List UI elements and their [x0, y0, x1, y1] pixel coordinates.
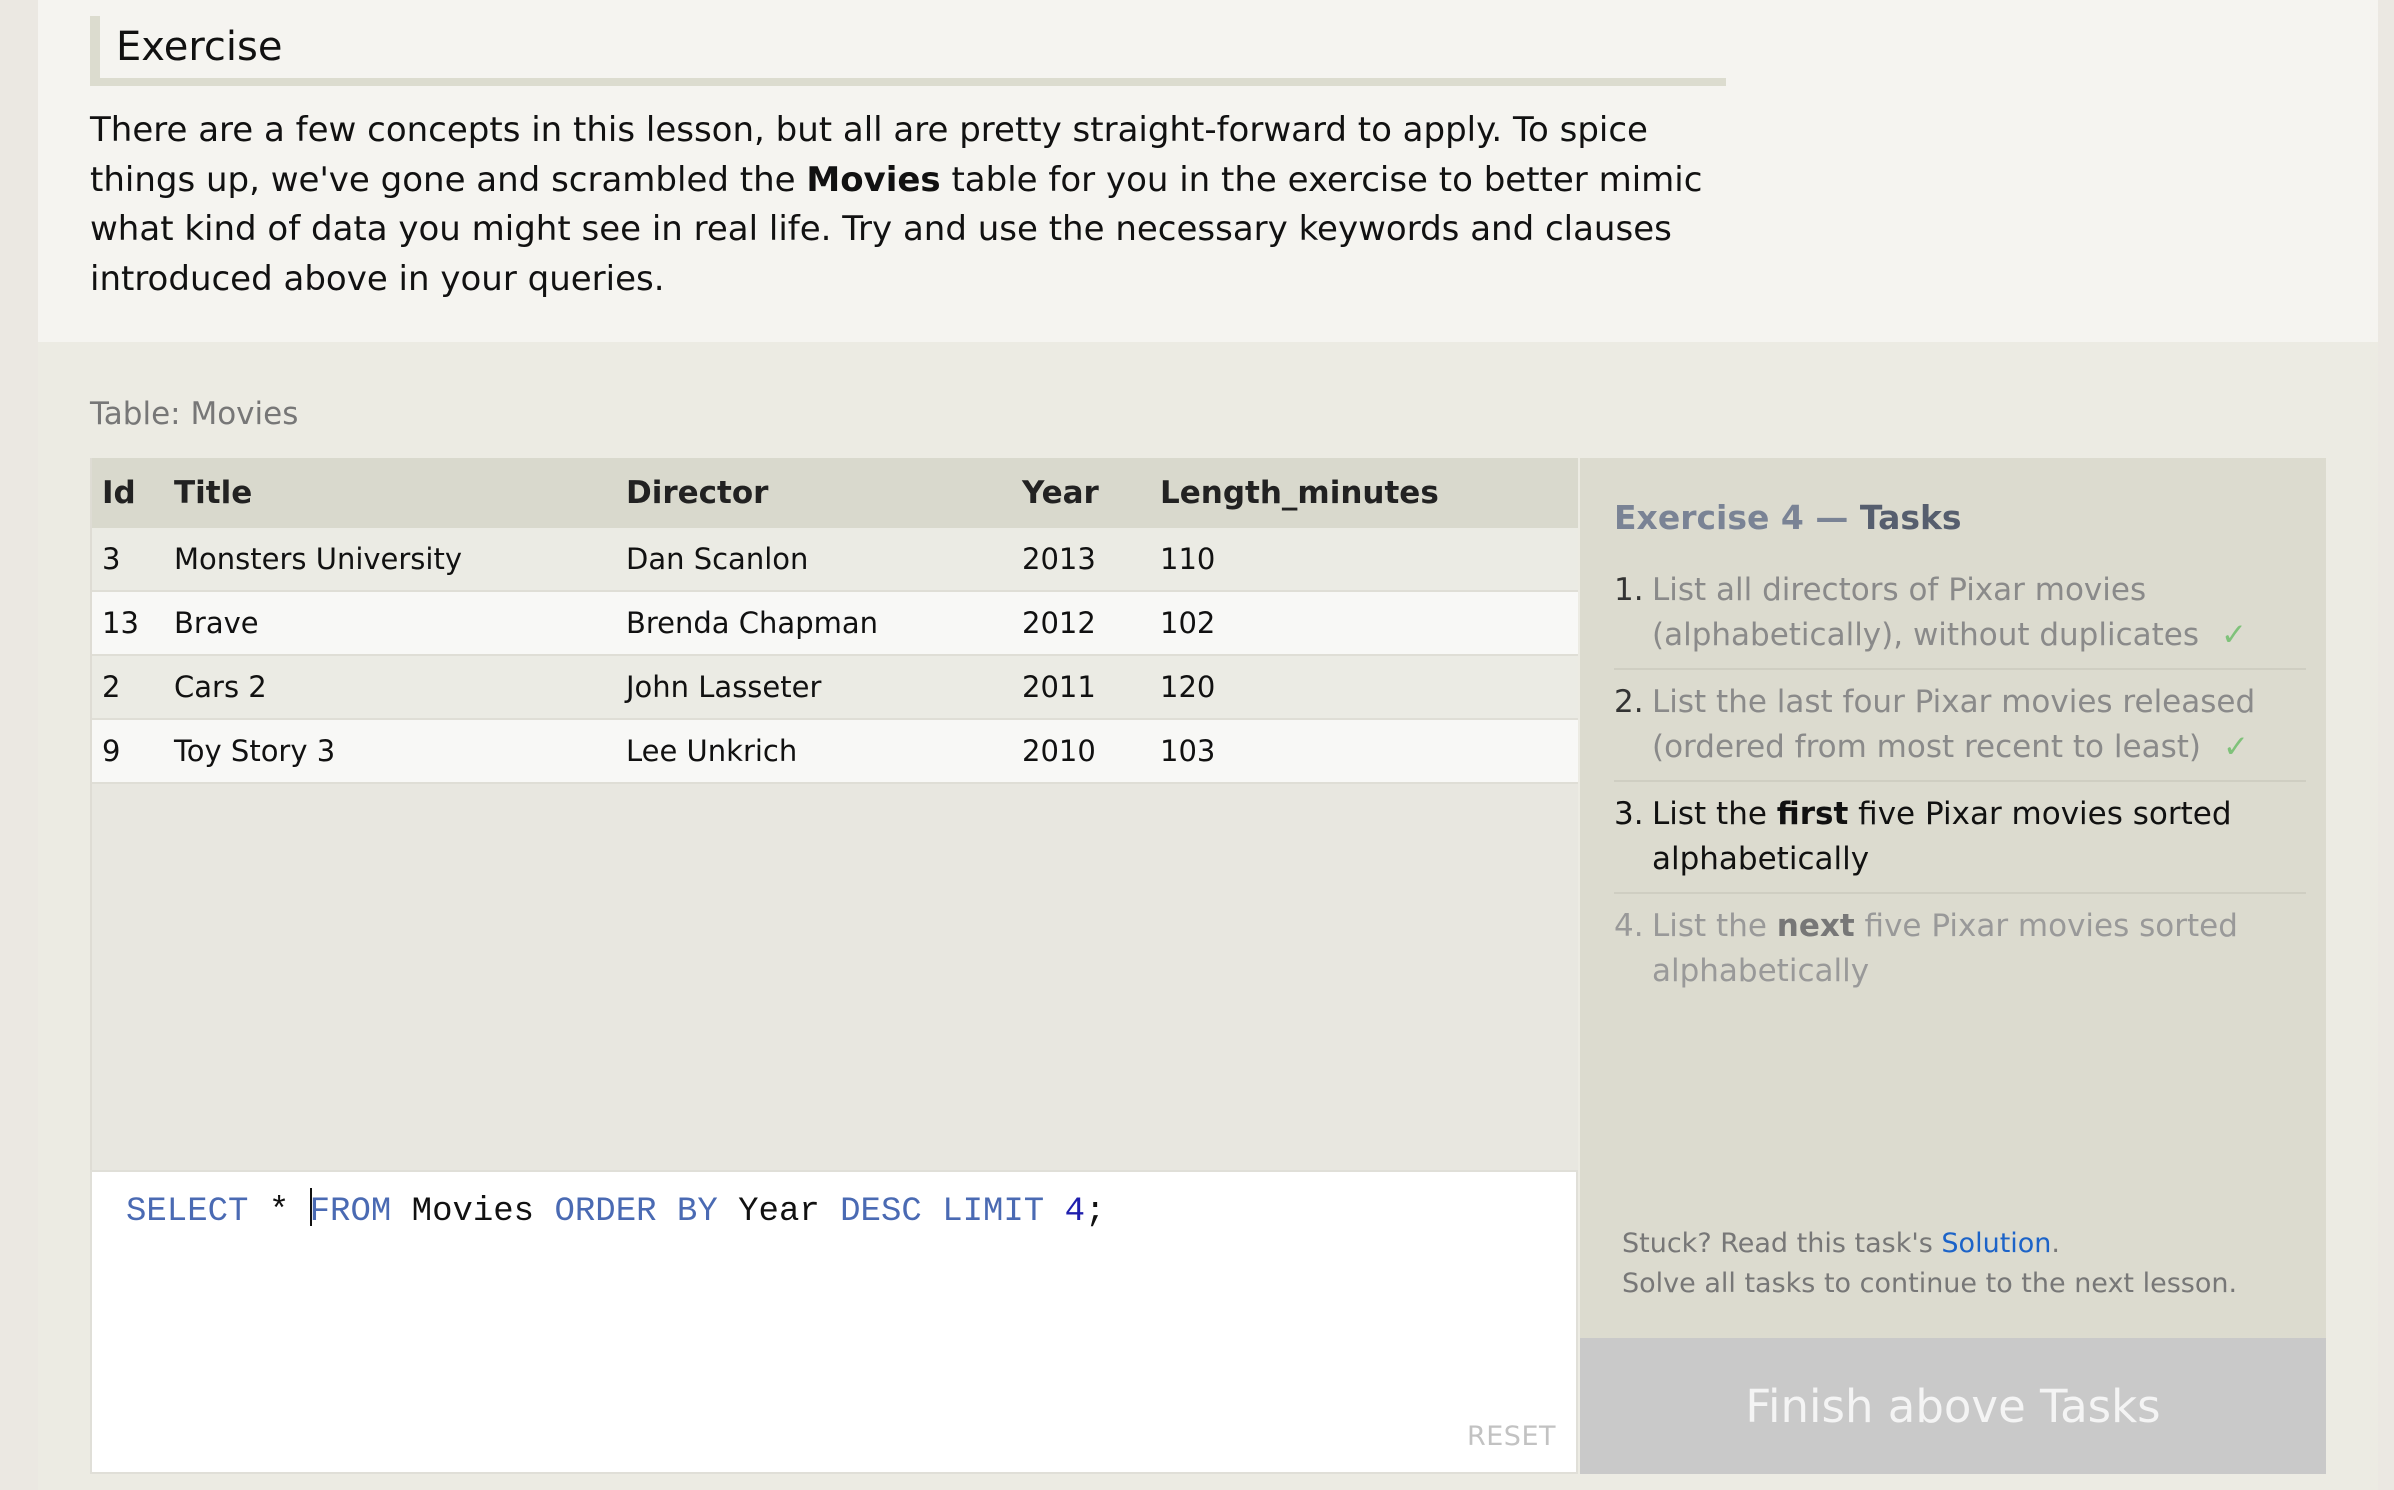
- task-text: List the next five Pixar movies sorted a…: [1652, 904, 2306, 994]
- results-table: Id Title Director Year Length_minutes 3 …: [90, 458, 1578, 1170]
- cell-length: 120: [1160, 670, 1216, 704]
- cell-year: 2013: [1022, 542, 1096, 576]
- finish-tasks-button[interactable]: Finish above Tasks: [1580, 1338, 2326, 1474]
- cell-title: Cars 2: [174, 670, 267, 704]
- column-header-year: Year: [1022, 475, 1099, 511]
- token-star: *: [248, 1193, 310, 1231]
- task-number: 4.: [1614, 908, 1644, 944]
- task-text-bold: first: [1776, 796, 1849, 832]
- token-semicolon: ;: [1085, 1193, 1106, 1231]
- help-suffix: .: [2051, 1228, 2061, 1259]
- cell-length: 102: [1160, 606, 1216, 640]
- task-item-3: 3. List the first five Pixar movies sort…: [1614, 782, 2306, 894]
- sql-editor[interactable]: SELECT * FROM Movies ORDER BY Year DESC …: [90, 1170, 1578, 1474]
- task-text-pre: List the: [1652, 908, 1777, 944]
- check-icon: ✓: [2221, 617, 2247, 653]
- check-icon: ✓: [2222, 729, 2249, 765]
- token-number: 4: [1064, 1193, 1086, 1231]
- task-list: 1. List all directors of Pixar movies (a…: [1614, 558, 2306, 1004]
- task-text-bold: next: [1776, 908, 1855, 944]
- keyword-from: FROM: [309, 1193, 392, 1231]
- exercise-intro: Exercise There are a few concepts in thi…: [38, 0, 2378, 342]
- help-line-2: Solve all tasks to continue to the next …: [1622, 1268, 2238, 1299]
- cell-title: Brave: [174, 606, 259, 640]
- table-row: 2 Cars 2 John Lasseter 2011 120: [92, 656, 1578, 720]
- keyword-limit: LIMIT: [942, 1193, 1045, 1231]
- cell-year: 2011: [1022, 670, 1096, 704]
- cell-length: 103: [1160, 734, 1216, 768]
- cell-length: 110: [1160, 542, 1216, 576]
- table-header-row: Id Title Director Year Length_minutes: [92, 458, 1578, 528]
- page: Exercise There are a few concepts in thi…: [38, 0, 2378, 1490]
- tasks-title-prefix: Exercise 4 —: [1614, 498, 1860, 537]
- task-text-pre: List the: [1652, 796, 1777, 832]
- reset-button[interactable]: RESET: [1467, 1421, 1556, 1452]
- task-text: List the last four Pixar movies released…: [1652, 680, 2306, 770]
- cell-id: 3: [102, 542, 121, 576]
- exercise-description: There are a few concepts in this lesson,…: [90, 106, 1750, 304]
- cell-id: 9: [102, 734, 121, 768]
- description-bold-table-name: Movies: [806, 159, 941, 200]
- cell-director: Brenda Chapman: [626, 606, 879, 640]
- cell-year: 2010: [1022, 734, 1096, 768]
- keyword-order-by: ORDER BY: [554, 1193, 718, 1231]
- keyword-desc: DESC: [840, 1193, 922, 1231]
- cell-director: Dan Scanlon: [626, 542, 809, 576]
- task-item-2: 2. List the last four Pixar movies relea…: [1614, 670, 2306, 782]
- cell-title: Monsters University: [174, 542, 463, 576]
- token-table: Movies: [391, 1193, 555, 1231]
- column-header-length-minutes: Length_minutes: [1160, 475, 1439, 511]
- exercise-heading: Exercise: [90, 16, 1726, 86]
- help-line-1: Stuck? Read this task's Solution.: [1622, 1224, 2237, 1264]
- task-text: List all directors of Pixar movies (alph…: [1652, 568, 2306, 658]
- table-row: 3 Monsters University Dan Scanlon 2013 1…: [92, 528, 1578, 592]
- task-item-1: 1. List all directors of Pixar movies (a…: [1614, 558, 2306, 670]
- column-header-id: Id: [102, 475, 136, 511]
- cell-title: Toy Story 3: [174, 734, 336, 768]
- help-prefix: Stuck? Read this task's: [1622, 1228, 1942, 1259]
- cell-director: Lee Unkrich: [626, 734, 798, 768]
- task-text-content: List all directors of Pixar movies (alph…: [1652, 572, 2199, 653]
- help-text: Stuck? Read this task's Solution. Solve …: [1622, 1224, 2237, 1304]
- task-number: 2.: [1614, 684, 1644, 720]
- tasks-title: Exercise 4 — Tasks: [1614, 498, 1962, 537]
- cell-year: 2012: [1022, 606, 1096, 640]
- table-row: 13 Brave Brenda Chapman 2012 102: [92, 592, 1578, 656]
- task-number: 1.: [1614, 572, 1644, 608]
- exercise-heading-text: Exercise: [116, 24, 283, 70]
- table-caption: Table: Movies: [90, 396, 299, 432]
- solution-link[interactable]: Solution: [1941, 1228, 2051, 1259]
- task-item-4: 4. List the next five Pixar movies sorte…: [1614, 894, 2306, 1004]
- sql-query-text[interactable]: SELECT * FROM Movies ORDER BY Year DESC …: [126, 1188, 1105, 1231]
- task-text: List the first five Pixar movies sorted …: [1652, 792, 2306, 882]
- tasks-panel: Exercise 4 — Tasks 1. List all directors…: [1580, 458, 2326, 1338]
- keyword-select: SELECT: [126, 1193, 249, 1231]
- task-number: 3.: [1614, 796, 1644, 832]
- table-row: 9 Toy Story 3 Lee Unkrich 2010 103: [92, 720, 1578, 784]
- cell-director: John Lasseter: [626, 670, 822, 704]
- cell-id: 2: [102, 670, 121, 704]
- column-header-title: Title: [174, 475, 253, 511]
- tasks-title-accent: Tasks: [1859, 498, 1962, 537]
- task-text-content: List the last four Pixar movies released…: [1652, 684, 2256, 765]
- token-column: Year: [717, 1193, 841, 1231]
- column-header-director: Director: [626, 475, 769, 511]
- cell-id: 13: [102, 606, 139, 640]
